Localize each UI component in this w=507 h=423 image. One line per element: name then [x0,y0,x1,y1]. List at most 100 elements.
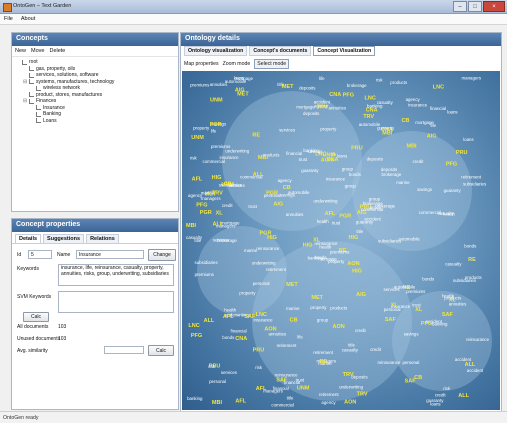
word-label[interactable]: agency [321,400,336,405]
word-label[interactable]: XL [391,303,399,309]
word-label[interactable]: banking [432,321,448,326]
word-label[interactable]: retirement [277,343,298,348]
word-label[interactable]: health [319,244,332,249]
word-label[interactable]: HIG [212,175,222,181]
word-label[interactable]: insurance [408,102,428,107]
word-label[interactable]: casualty [445,261,462,266]
word-label[interactable]: savings [404,332,420,337]
word-label[interactable]: bonds [422,277,435,282]
word-label[interactable]: retirement [461,175,482,180]
word-label[interactable]: group [342,167,354,172]
tab-details[interactable]: Details [15,234,42,243]
word-label[interactable]: credit [222,203,234,208]
word-label[interactable]: SAF [385,317,397,323]
word-label[interactable]: AIG [235,87,245,93]
word-label[interactable]: PFG [196,203,207,209]
word-label[interactable]: PRU [253,347,265,353]
word-label[interactable]: title [356,229,363,234]
word-label[interactable]: AFL [325,211,336,217]
word-label[interactable]: annuities [329,106,347,111]
name-field[interactable]: Insurance [76,250,144,259]
word-label[interactable]: financial [231,329,247,334]
word-label[interactable]: bonds [222,335,235,340]
select-mode-button[interactable]: Select mode [254,59,290,69]
word-label[interactable]: group [369,197,381,202]
word-label[interactable]: services [213,237,230,242]
word-label[interactable]: risk [443,386,451,391]
word-label[interactable]: bonds [464,244,477,249]
word-label[interactable]: HIG [303,242,313,248]
word-label[interactable]: PRU [351,146,363,152]
word-label[interactable]: risk [255,365,263,370]
word-label[interactable]: property [310,305,327,310]
word-label[interactable]: agency [278,178,293,183]
word-label[interactable]: CB [290,318,298,324]
tab-concept-visualization[interactable]: Concept Visualization [313,46,376,56]
word-label[interactable]: AIG [356,292,366,298]
word-label[interactable]: health [317,219,330,224]
word-label[interactable]: savings [280,192,296,197]
word-label[interactable]: deposits [351,375,368,380]
concept-visualization-canvas[interactable]: property insurance reinsurance PRU AIG annuit… [182,71,500,410]
word-label[interactable]: AON [347,261,359,267]
word-label[interactable]: reinsurance [256,246,279,251]
word-label[interactable]: accident [364,217,381,222]
word-label[interactable]: retirement [266,267,287,272]
word-label[interactable]: bonds [315,255,328,260]
word-label[interactable]: AON [333,324,345,330]
word-label[interactable]: HIG [352,269,362,275]
word-label[interactable]: property [320,126,337,131]
word-label[interactable]: title [194,238,201,243]
word-label[interactable]: UNM [210,97,223,103]
word-label[interactable]: UNM [191,135,204,141]
word-label[interactable]: casualty [438,211,455,216]
word-label[interactable]: credit [435,393,447,398]
word-label[interactable]: underwriting [252,261,276,266]
word-label[interactable]: SAF [276,378,288,384]
word-label[interactable]: credit [370,347,382,352]
word-label[interactable]: PGR [200,210,212,216]
word-label[interactable]: PFG [191,333,202,339]
word-label[interactable]: personal [253,281,270,286]
word-label[interactable]: AON [264,327,276,333]
word-map[interactable]: property insurance reinsurance PRU AIG annuit… [182,71,500,410]
word-label[interactable]: group [317,317,329,322]
word-label[interactable]: banking [187,396,203,401]
calc-similarity-button[interactable]: Calc [148,345,174,356]
word-label[interactable]: CNA [366,108,378,114]
word-label[interactable]: PFG [446,162,457,168]
word-label[interactable]: life [211,129,217,134]
word-label[interactable]: trust [299,157,308,162]
word-label[interactable]: MET [286,282,298,288]
word-label[interactable]: SAF [405,378,417,384]
word-label[interactable]: AFL [192,177,203,183]
word-label[interactable]: underwriting [314,199,338,204]
word-label[interactable]: insurance [326,176,346,181]
word-label[interactable]: products [330,306,348,311]
tab-suggestions[interactable]: Suggestions [43,234,85,243]
word-label[interactable]: CNA [329,92,341,98]
tab-ontology-visualization[interactable]: Ontology visualization [184,46,248,56]
delete-button[interactable]: Delete [49,48,65,54]
word-label[interactable]: trust [412,302,421,307]
word-label[interactable]: reinsurance [466,337,489,342]
word-label[interactable]: deposits [367,156,384,161]
keywords-field[interactable]: insurance, life, reinsurance, casualty, … [58,264,174,286]
word-label[interactable]: trust [332,221,341,226]
word-label[interactable]: MBI [258,155,269,161]
word-label[interactable]: PGR [339,213,351,219]
id-field[interactable]: 5 [28,250,52,259]
word-label[interactable]: mortgage [296,105,315,110]
word-label[interactable]: HIG [349,235,359,241]
word-label[interactable]: LNC [256,312,267,318]
word-label[interactable]: RE [252,133,260,139]
word-label[interactable]: financial [430,106,446,111]
word-label[interactable]: CB [224,182,232,188]
word-label[interactable]: MET [282,84,294,90]
word-label[interactable]: ALL [465,362,476,368]
word-label[interactable]: MBI [186,223,197,229]
word-label[interactable]: annuities [286,212,304,217]
word-label[interactable]: XL [415,307,423,313]
word-label[interactable]: guaranty [426,398,444,403]
word-label[interactable]: AON [321,157,333,163]
